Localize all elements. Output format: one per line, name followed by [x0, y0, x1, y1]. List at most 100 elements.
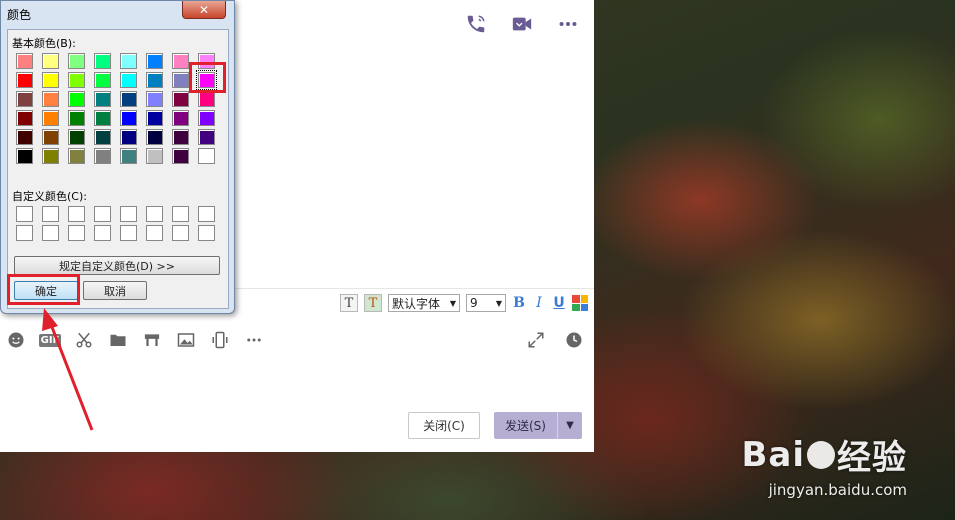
color-swatch[interactable]	[16, 129, 33, 145]
custom-color-swatch[interactable]	[146, 206, 163, 222]
color-swatch[interactable]	[42, 53, 59, 69]
color-swatch[interactable]	[16, 148, 33, 164]
highlight-selected-color	[189, 62, 226, 93]
color-swatch[interactable]	[42, 91, 59, 107]
color-swatch[interactable]	[120, 72, 137, 88]
chat-header-actions	[464, 12, 580, 36]
video-call-icon[interactable]	[510, 12, 534, 36]
color-swatch[interactable]	[42, 148, 59, 164]
cancel-button[interactable]: 取消	[83, 281, 147, 300]
color-swatch[interactable]	[120, 129, 137, 145]
gif-icon[interactable]: GIF	[38, 330, 62, 350]
color-swatch[interactable]	[146, 148, 163, 164]
send-button-label[interactable]: 发送(S)	[494, 412, 558, 439]
baidu-logo: Bai 经验	[741, 430, 907, 479]
custom-color-swatch[interactable]	[68, 225, 85, 241]
music-icon[interactable]	[142, 330, 162, 350]
color-swatch[interactable]	[146, 53, 163, 69]
font-family-value: 默认字体	[392, 296, 441, 311]
italic-button[interactable]: I	[532, 295, 546, 311]
color-swatch[interactable]	[16, 53, 33, 69]
more-options-icon[interactable]	[556, 12, 580, 36]
color-swatch[interactable]	[172, 91, 189, 107]
color-swatch[interactable]	[146, 129, 163, 145]
color-swatch[interactable]	[68, 53, 85, 69]
custom-color-swatch[interactable]	[68, 206, 85, 222]
color-swatch[interactable]	[68, 91, 85, 107]
history-clock-icon[interactable]	[564, 330, 584, 350]
chevron-down-icon[interactable]: ▼	[558, 412, 582, 439]
paw-icon	[807, 440, 835, 469]
color-swatch[interactable]	[94, 53, 111, 69]
custom-color-swatch[interactable]	[94, 206, 111, 222]
color-swatch[interactable]	[68, 129, 85, 145]
custom-color-swatch[interactable]	[172, 206, 189, 222]
dialog-close-button[interactable]: ✕	[182, 1, 226, 19]
custom-color-swatch[interactable]	[120, 225, 137, 241]
emoji-icon[interactable]	[6, 330, 26, 350]
custom-colors-label: 自定义颜色(C):	[12, 190, 87, 203]
color-swatch[interactable]	[120, 53, 137, 69]
color-swatch[interactable]	[42, 129, 59, 145]
color-swatch[interactable]	[172, 72, 189, 88]
underline-button[interactable]: U	[552, 295, 566, 311]
color-palette-icon[interactable]	[572, 295, 588, 311]
custom-color-swatch[interactable]	[198, 206, 215, 222]
font-size-select[interactable]: 9 ▼	[466, 294, 506, 312]
font-family-select[interactable]: 默认字体 ▼	[388, 294, 460, 312]
image-icon[interactable]	[176, 330, 196, 350]
color-swatch[interactable]	[120, 110, 137, 126]
color-swatch[interactable]	[172, 110, 189, 126]
bold-button[interactable]: B	[512, 295, 526, 311]
color-swatch[interactable]	[198, 91, 215, 107]
custom-color-swatch[interactable]	[42, 206, 59, 222]
send-button[interactable]: 发送(S) ▼	[494, 412, 582, 439]
format-bar: T T 默认字体 ▼ 9 ▼ B I U	[340, 294, 588, 312]
color-swatch[interactable]	[42, 110, 59, 126]
color-swatch[interactable]	[198, 129, 215, 145]
custom-color-swatch[interactable]	[198, 225, 215, 241]
color-swatch[interactable]	[16, 110, 33, 126]
text-format-button[interactable]: T	[340, 294, 358, 312]
color-swatch[interactable]	[120, 148, 137, 164]
input-toolbar: GIF	[6, 330, 264, 350]
color-swatch[interactable]	[94, 110, 111, 126]
color-swatch[interactable]	[68, 72, 85, 88]
scissors-icon[interactable]	[74, 330, 94, 350]
custom-color-swatch[interactable]	[172, 225, 189, 241]
expand-icon[interactable]	[526, 330, 546, 350]
voice-call-icon[interactable]	[464, 12, 488, 36]
custom-color-swatch[interactable]	[94, 225, 111, 241]
screen-shake-icon[interactable]	[210, 330, 230, 350]
color-swatch[interactable]	[94, 72, 111, 88]
color-swatch[interactable]	[94, 91, 111, 107]
color-swatch[interactable]	[146, 91, 163, 107]
color-swatch[interactable]	[198, 148, 215, 164]
text-color-button[interactable]: T	[364, 294, 382, 312]
custom-color-swatch[interactable]	[42, 225, 59, 241]
color-swatch[interactable]	[172, 129, 189, 145]
color-swatch[interactable]	[68, 110, 85, 126]
color-swatch[interactable]	[172, 148, 189, 164]
custom-color-swatch[interactable]	[16, 225, 33, 241]
color-swatch[interactable]	[120, 91, 137, 107]
custom-color-swatch[interactable]	[146, 225, 163, 241]
folder-icon[interactable]	[108, 330, 128, 350]
font-size-value: 9	[470, 296, 478, 310]
color-swatch[interactable]	[94, 129, 111, 145]
color-swatch[interactable]	[198, 110, 215, 126]
color-swatch[interactable]	[16, 72, 33, 88]
close-button[interactable]: 关闭(C)	[408, 412, 480, 439]
color-swatch[interactable]	[146, 110, 163, 126]
custom-color-swatch[interactable]	[120, 206, 137, 222]
color-swatch[interactable]	[42, 72, 59, 88]
custom-color-swatch[interactable]	[16, 206, 33, 222]
color-swatch[interactable]	[146, 72, 163, 88]
color-swatch[interactable]	[94, 148, 111, 164]
color-swatch[interactable]	[68, 148, 85, 164]
more-tools-icon[interactable]	[244, 330, 264, 350]
define-custom-colors-button[interactable]: 规定自定义颜色(D) >>	[14, 256, 220, 275]
color-swatch[interactable]	[16, 91, 33, 107]
chevron-down-icon: ▼	[495, 298, 502, 308]
color-swatch[interactable]	[172, 53, 189, 69]
